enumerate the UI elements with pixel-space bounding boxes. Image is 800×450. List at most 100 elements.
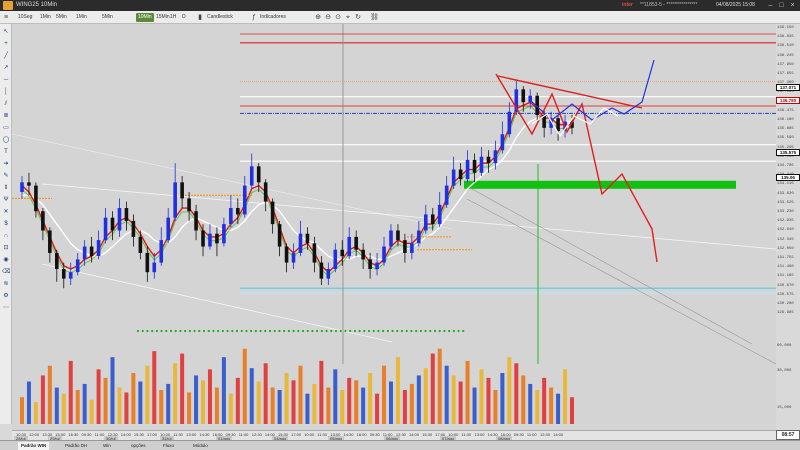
timeframe-5min-a[interactable]: 5Min	[54, 13, 69, 22]
ray-icon[interactable]: ↗	[2, 64, 10, 72]
timeframe-1min-a[interactable]: 1Min	[38, 13, 53, 22]
price-tick-label: 132.640	[777, 228, 794, 233]
pitchfork-icon[interactable]: Ψ	[2, 196, 10, 204]
price-scale[interactable]: 139.150 138.835 138.540 138.245 137.950 137.6…	[776, 24, 800, 430]
brush-icon[interactable]: ✎	[2, 172, 10, 180]
volume-bar	[347, 377, 352, 424]
more-tools-icon[interactable]: ⋯	[2, 304, 10, 312]
workspace-tab[interactable]: Padrão DH	[62, 442, 90, 450]
zoom-fit-icon[interactable]: ⊙	[334, 13, 342, 22]
zoom-out-icon[interactable]: ⊖	[324, 13, 332, 22]
signal-dot	[320, 329, 323, 333]
signal-dot	[363, 329, 366, 333]
candle-body	[479, 156, 484, 173]
volume-bar	[333, 369, 338, 424]
candle-body	[396, 230, 400, 241]
candle-body	[368, 259, 372, 269]
time-tick-label: 14:00	[120, 432, 131, 437]
candle-body	[249, 166, 254, 186]
price-tick-label: 132.050	[777, 246, 794, 251]
time-axis[interactable]: 10:30 12:00 13:30 15:00 16:30 09:30 11:00 12:30…	[12, 430, 776, 441]
time-tick-label: 11:00	[238, 432, 249, 437]
volume-bar	[103, 377, 108, 424]
menu-icon[interactable]: ≡	[2, 13, 10, 22]
channel-icon[interactable]: ⫽	[2, 100, 10, 108]
fibonacci-icon[interactable]: ≣	[2, 112, 10, 120]
workspace-tab[interactable]: Fluxo	[160, 442, 177, 450]
zoom-in-icon[interactable]: ⊕	[314, 13, 322, 22]
volume-bar	[493, 390, 498, 424]
cursor-icon[interactable]: ↖	[2, 28, 10, 36]
candle-body	[75, 259, 80, 273]
current-time-label: 08:57	[776, 430, 800, 440]
time-tick-label: 11:30	[317, 432, 328, 437]
lock-icon[interactable]: ⊡	[2, 244, 10, 252]
chart-type-button[interactable]: Candlestick	[205, 13, 235, 22]
volume-bar	[395, 357, 400, 424]
text-icon[interactable]: T	[2, 148, 10, 156]
trash-icon[interactable]: ⌫	[2, 268, 10, 276]
crosshair-tool-icon[interactable]: +	[2, 40, 10, 48]
workspace-tab[interactable]: Padrão WIN	[18, 442, 50, 450]
system-clock: 04/08/2025 15:08	[716, 2, 755, 8]
candle-body	[354, 236, 358, 250]
price-tick-label: 136.475	[777, 108, 794, 113]
workspace-tab[interactable]: Win	[100, 442, 114, 450]
timeframe-d[interactable]: D	[180, 13, 188, 22]
volume-bar	[388, 381, 393, 424]
timeframe-1h[interactable]: 1H	[168, 13, 178, 22]
candle-body	[229, 208, 233, 225]
timeframe-10seg[interactable]: 10Seg	[16, 13, 34, 22]
signal-dot	[424, 329, 427, 333]
candle-type-icon[interactable]: ▮	[196, 13, 204, 22]
signal-dot	[231, 329, 234, 333]
crosshair-icon[interactable]: ⌖	[344, 13, 352, 22]
candle-body	[403, 240, 407, 253]
signal-dot	[448, 329, 451, 333]
candle-body	[500, 134, 505, 151]
signal-dot	[235, 329, 239, 333]
candle-body	[277, 224, 282, 247]
candle-body	[208, 233, 212, 247]
eye-icon[interactable]: ◉	[2, 256, 10, 264]
arrow-icon[interactable]: ➔	[2, 160, 10, 168]
settings-icon[interactable]: ⚙	[2, 292, 10, 300]
indicators-button[interactable]: Indicadores	[258, 13, 288, 22]
trendline-icon[interactable]: ╱	[2, 52, 10, 60]
layers-icon[interactable]: ≋	[2, 280, 10, 288]
candle-body	[222, 224, 226, 244]
measure-icon[interactable]: ⇕	[2, 184, 10, 192]
timeframe-5min-b[interactable]: 5Min	[100, 13, 115, 22]
maximize-icon[interactable]: □	[777, 1, 786, 10]
signal-dot	[160, 329, 163, 333]
candle-body	[507, 111, 512, 135]
price-tick-label: 129.985	[777, 311, 794, 316]
price-chart[interactable]	[12, 24, 800, 440]
workspace-tab[interactable]: opções	[128, 442, 149, 450]
volume-bar	[416, 375, 421, 424]
volume-bar	[207, 369, 212, 424]
price-tick-label: 134.115	[777, 182, 794, 187]
volume-bar	[61, 393, 66, 424]
close-icon[interactable]: ×	[788, 1, 797, 10]
signal-dot	[174, 329, 177, 333]
candle-body	[20, 182, 24, 192]
timeframe-1min-b[interactable]: 1Min	[74, 13, 89, 22]
candle-body	[444, 185, 449, 205]
workspace-tab[interactable]: Módulo	[190, 442, 211, 450]
volume-bar	[319, 360, 324, 424]
magnet-icon[interactable]: ∩	[2, 232, 10, 240]
timeframe-10min[interactable]: 10Min	[136, 13, 154, 22]
rectangle-icon[interactable]: ▭	[2, 124, 10, 132]
indicators-icon[interactable]: ƒ	[250, 13, 258, 22]
gann-icon[interactable]: ✕	[2, 208, 10, 216]
ellipse-icon[interactable]: ◯	[2, 136, 10, 144]
minimize-icon[interactable]: –	[766, 1, 775, 10]
time-tick-label: 11:00	[526, 432, 537, 437]
link-icon[interactable]: ⛓	[370, 13, 379, 22]
price-label-icon[interactable]: $	[2, 220, 10, 228]
horizontal-line-icon[interactable]: ─	[2, 76, 10, 84]
volume-bar	[298, 365, 303, 424]
refresh-icon[interactable]: ↻	[354, 13, 362, 22]
vertical-line-icon[interactable]: │	[2, 88, 10, 96]
